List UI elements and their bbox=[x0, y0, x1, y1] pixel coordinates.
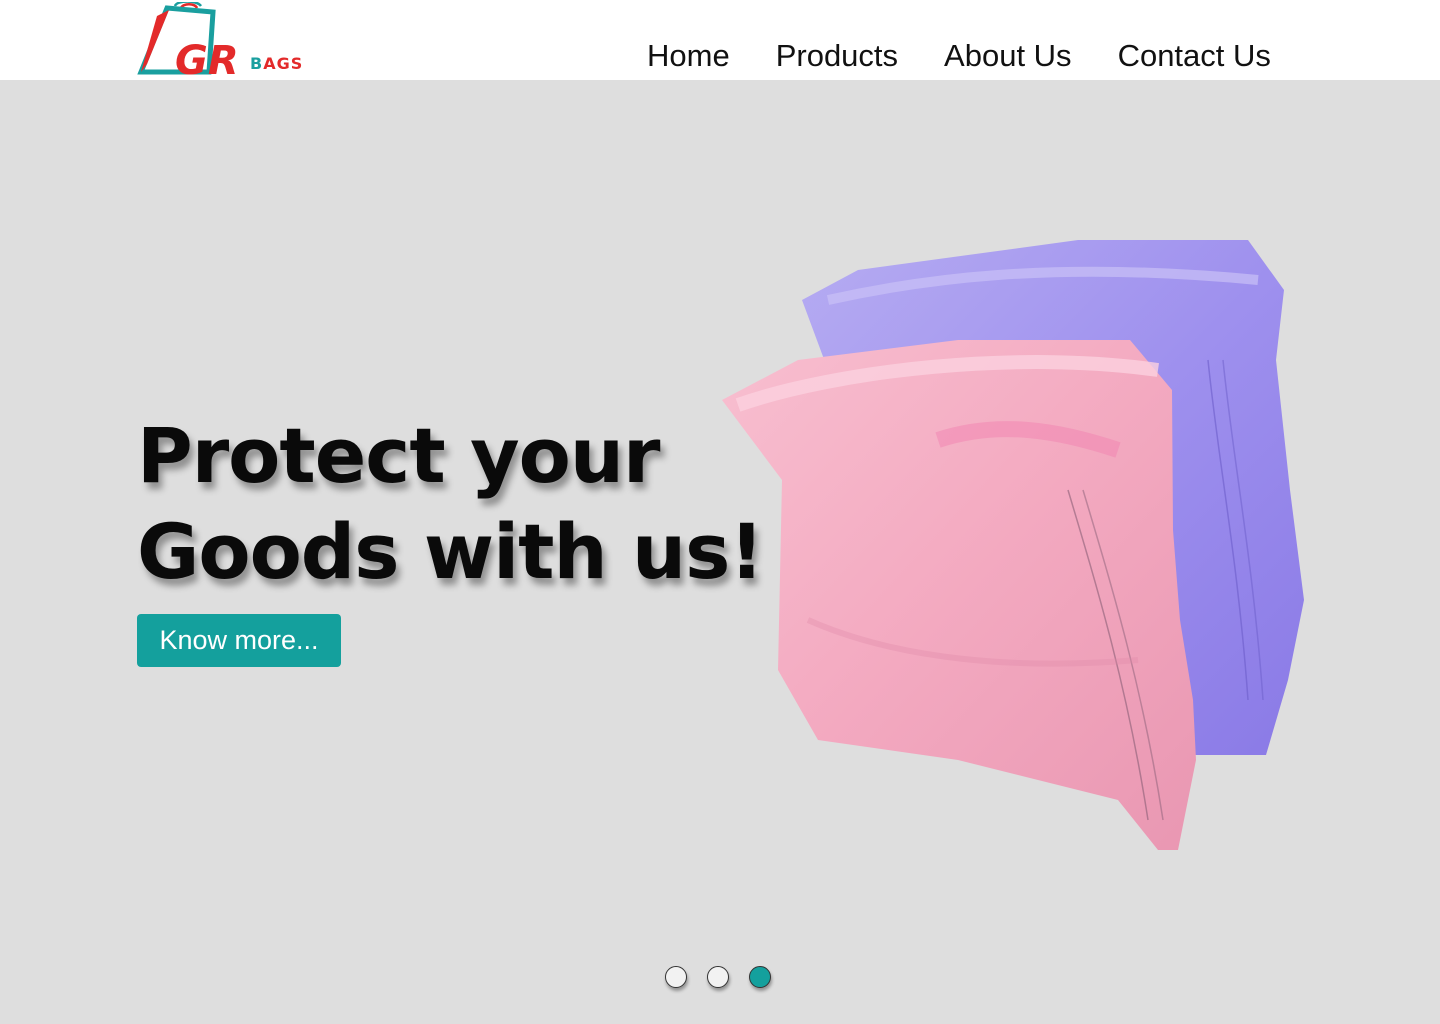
nav-about-us-link[interactable]: About Us bbox=[944, 38, 1072, 74]
know-more-button[interactable]: Know more... bbox=[137, 614, 341, 667]
hero-banner: Protect your Goods with us! Know more... bbox=[0, 80, 1440, 1024]
carousel-dot-1[interactable] bbox=[665, 966, 687, 988]
nav-contact-us-link[interactable]: Contact Us bbox=[1118, 38, 1271, 74]
woven-sacks-image bbox=[722, 240, 1304, 850]
carousel-indicators bbox=[665, 966, 771, 988]
logo-letters: GR bbox=[175, 38, 239, 78]
carousel-dot-2[interactable] bbox=[707, 966, 729, 988]
main-nav: Home Products About Us Contact Us bbox=[647, 38, 1271, 74]
carousel-dot-3-active[interactable] bbox=[749, 966, 771, 988]
nav-home-link[interactable]: Home bbox=[647, 38, 730, 74]
site-header: GR BAGS Home Products About Us Contact U… bbox=[0, 0, 1440, 84]
nav-products-link[interactable]: Products bbox=[776, 38, 898, 74]
hero-headline: Protect your Goods with us! bbox=[137, 408, 764, 600]
logo-wordmark: BAGS bbox=[250, 54, 304, 73]
hero-headline-line-2: Goods with us! bbox=[137, 507, 764, 596]
brand-logo[interactable]: GR BAGS bbox=[137, 0, 307, 84]
hero-headline-line-1: Protect your bbox=[137, 411, 660, 500]
